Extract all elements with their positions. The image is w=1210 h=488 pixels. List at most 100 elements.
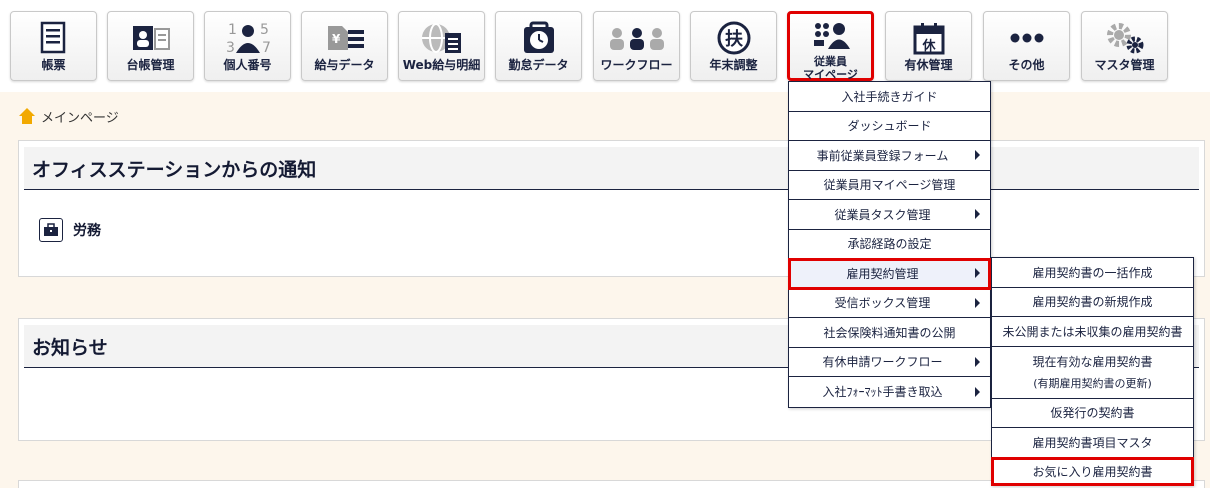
personal-number-icon: 1537 bbox=[205, 20, 290, 56]
toolbar-label: ワークフロー bbox=[600, 58, 673, 72]
menu-item-label: 受信ボックス管理 bbox=[834, 296, 931, 311]
menu-item-label: 有休申請ワークフロー bbox=[822, 355, 943, 370]
toolbar-label: 勤怠データ bbox=[508, 58, 569, 72]
menu-item-inbox-management[interactable]: 受信ボックス管理 bbox=[789, 289, 990, 318]
menu-item-label: 雇用契約管理 bbox=[846, 266, 919, 281]
more-icon bbox=[984, 20, 1069, 56]
employee-mypage-menu: 入社手続きガイド ダッシュボード 事前従業員登録フォーム 従業員用マイページ管理… bbox=[788, 81, 991, 408]
breadcrumb: メインページ bbox=[18, 106, 119, 126]
submenu-item-label: 未公開または未収集の雇用契約書 bbox=[1002, 324, 1183, 339]
paid-leave-icon: 休 bbox=[886, 20, 971, 56]
submenu-item-active-contracts[interactable]: 現在有効な雇用契約書 (有期雇用契約書の更新) bbox=[992, 347, 1193, 399]
toolbar-button-other[interactable]: その他 bbox=[983, 11, 1070, 81]
menu-item-mypage-management[interactable]: 従業員用マイページ管理 bbox=[789, 171, 990, 200]
submenu-item-contract-field-master[interactable]: 雇用契約書項目マスタ bbox=[992, 428, 1193, 458]
submenu-item-new-create[interactable]: 雇用契約書の新規作成 bbox=[992, 288, 1193, 317]
toolbar-label: 台帳管理 bbox=[126, 58, 175, 72]
submenu-item-bulk-create[interactable]: 雇用契約書の一括作成 bbox=[992, 258, 1193, 288]
menu-item-label: 従業員タスク管理 bbox=[834, 207, 931, 222]
toolbar-label: 給与データ bbox=[314, 58, 375, 72]
menu-item-label: 社会保険料通知書の公開 bbox=[823, 325, 956, 340]
toolbar-button-ledger[interactable]: 台帳管理 bbox=[107, 11, 194, 81]
submenu-item-label: 現在有効な雇用契約書 bbox=[1032, 355, 1153, 369]
toolbar-button-workflow[interactable]: ワークフロー bbox=[593, 11, 680, 81]
ledger-icon bbox=[108, 20, 193, 56]
chevron-right-icon bbox=[975, 150, 980, 161]
notice-category-labor[interactable]: 労務 bbox=[39, 218, 101, 242]
employee-mypage-icon bbox=[790, 20, 871, 50]
submenu-item-provisional-contracts[interactable]: 仮発行の契約書 bbox=[992, 399, 1193, 428]
attendance-icon bbox=[496, 20, 581, 56]
chevron-right-icon bbox=[975, 209, 980, 220]
workflow-icon bbox=[594, 20, 679, 56]
chevron-right-icon bbox=[975, 356, 980, 367]
svg-text:休: 休 bbox=[921, 38, 936, 54]
breadcrumb-main-page[interactable]: メインページ bbox=[41, 107, 119, 126]
toolbar-label: 従業員 マイページ bbox=[790, 55, 871, 81]
year-end-adjustment-icon: 扶 bbox=[691, 20, 776, 56]
notice-panel-title: オフィスステーションからの通知 bbox=[32, 158, 317, 181]
toolbar-label: Web給与明細 bbox=[402, 58, 481, 72]
toolbar-button-master-settings[interactable]: マスタ管理 bbox=[1081, 11, 1168, 81]
toolbar-label: その他 bbox=[1008, 58, 1045, 72]
menu-item-label: 入社ﾌｫｰﾏｯﾄ手書き取込 bbox=[822, 385, 943, 400]
svg-text:3: 3 bbox=[226, 40, 235, 55]
home-icon bbox=[19, 108, 35, 124]
toolbar-button-web-payslip[interactable]: Web給与明細 bbox=[398, 11, 485, 81]
chevron-right-icon bbox=[975, 386, 980, 397]
menu-item-label: 事前従業員登録フォーム bbox=[816, 148, 949, 163]
menu-item-approval-route-settings[interactable]: 承認経路の設定 bbox=[789, 230, 990, 259]
toolbar-button-year-end-adjustment[interactable]: 扶 年末調整 bbox=[690, 11, 777, 81]
toolbar-button-paid-leave[interactable]: 休 有休管理 bbox=[885, 11, 972, 81]
notice-panel-header: オフィスステーションからの通知 bbox=[24, 147, 1199, 190]
submenu-item-label: 雇用契約書の新規作成 bbox=[1032, 295, 1153, 310]
toolbar-button-forms[interactable]: 帳票 bbox=[10, 11, 97, 81]
toolbar-label: マスタ管理 bbox=[1094, 58, 1155, 72]
briefcase-icon bbox=[39, 218, 63, 242]
toolbar-button-attendance[interactable]: 勤怠データ bbox=[495, 11, 582, 81]
submenu-item-favorite-contracts[interactable]: お気に入り雇用契約書 bbox=[991, 456, 1194, 486]
toolbar-label-line1: 従業員 bbox=[814, 55, 847, 68]
toolbar-button-payroll-data[interactable]: ¥ 給与データ bbox=[301, 11, 388, 81]
menu-item-employment-contract-management[interactable]: 雇用契約管理 bbox=[788, 258, 991, 290]
toolbar-label: 帳票 bbox=[41, 58, 66, 72]
menu-item-label: 承認経路の設定 bbox=[847, 237, 932, 252]
svg-text:5: 5 bbox=[260, 22, 269, 38]
svg-text:7: 7 bbox=[262, 40, 271, 55]
toolbar-label: 年末調整 bbox=[709, 58, 758, 72]
notice-category-label: 労務 bbox=[73, 223, 101, 239]
svg-text:¥: ¥ bbox=[332, 32, 341, 46]
submenu-item-label: 仮発行の契約書 bbox=[1050, 406, 1135, 421]
toolbar-label: 個人番号 bbox=[223, 58, 272, 72]
submenu-item-unpublished-contracts[interactable]: 未公開または未収集の雇用契約書 bbox=[992, 317, 1193, 347]
chevron-right-icon bbox=[975, 268, 980, 279]
toolbar-label: 有休管理 bbox=[904, 58, 953, 72]
submenu-item-sublabel: (有期雇用契約書の更新) bbox=[1033, 377, 1152, 390]
svg-text:扶: 扶 bbox=[725, 28, 744, 50]
menu-item-dashboard[interactable]: ダッシュボード bbox=[789, 112, 990, 141]
submenu-item-label: 雇用契約書項目マスタ bbox=[1032, 435, 1153, 450]
menu-item-label: ダッシュボード bbox=[847, 119, 932, 134]
menu-item-handwritten-import[interactable]: 入社ﾌｫｰﾏｯﾄ手書き取込 bbox=[789, 377, 990, 407]
submenu-item-label: お気に入り雇用契約書 bbox=[1032, 464, 1153, 479]
menu-item-paid-leave-workflow[interactable]: 有休申請ワークフロー bbox=[789, 348, 990, 377]
gear-icon bbox=[1082, 20, 1167, 56]
menu-item-pre-registration-form[interactable]: 事前従業員登録フォーム bbox=[789, 141, 990, 171]
toolbar-button-employee-mypage[interactable]: 従業員 マイページ bbox=[787, 11, 874, 81]
toolbar-button-personal-number[interactable]: 1537 個人番号 bbox=[204, 11, 291, 81]
news-panel-title: お知らせ bbox=[32, 336, 108, 359]
menu-item-employee-task-management[interactable]: 従業員タスク管理 bbox=[789, 200, 990, 230]
document-icon bbox=[11, 20, 96, 56]
submenu-item-label: 雇用契約書の一括作成 bbox=[1032, 265, 1153, 280]
menu-item-onboarding-guide[interactable]: 入社手続きガイド bbox=[789, 82, 990, 112]
menu-item-label: 入社手続きガイド bbox=[841, 89, 938, 104]
payroll-data-icon: ¥ bbox=[302, 20, 387, 56]
employment-contract-submenu: 雇用契約書の一括作成 雇用契約書の新規作成 未公開または未収集の雇用契約書 現在… bbox=[991, 257, 1194, 486]
main-toolbar: 帳票 台帳管理 1537 個人番号 ¥ 給与データ Web給与明細 勤怠データ bbox=[0, 0, 1210, 92]
chevron-right-icon bbox=[975, 297, 980, 308]
toolbar-label-line2: マイページ bbox=[803, 68, 858, 81]
web-payslip-icon bbox=[399, 20, 484, 56]
svg-text:1: 1 bbox=[228, 22, 237, 38]
menu-item-social-insurance-notice[interactable]: 社会保険料通知書の公開 bbox=[789, 318, 990, 348]
menu-item-label: 従業員用マイページ管理 bbox=[823, 178, 956, 193]
